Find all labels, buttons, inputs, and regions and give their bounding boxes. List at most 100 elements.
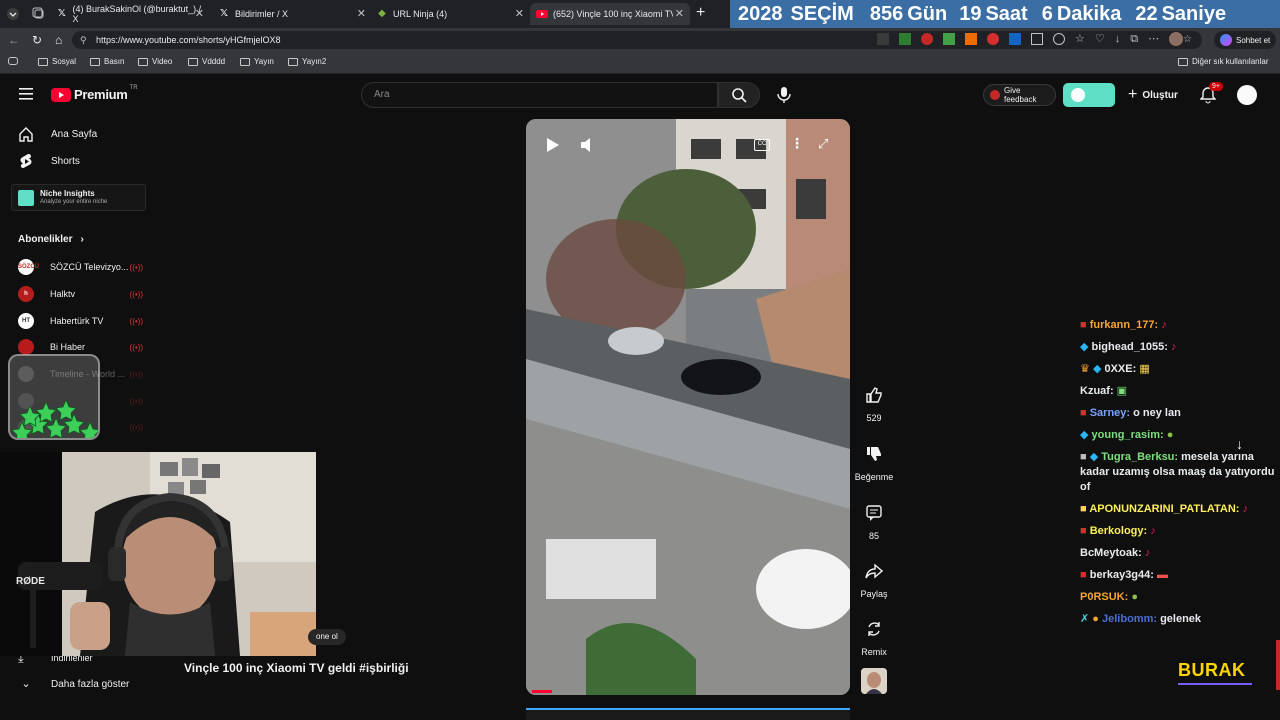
- reload-icon[interactable]: ↻: [32, 33, 42, 47]
- close-icon[interactable]: ✕: [357, 7, 366, 20]
- next-short-preview[interactable]: [526, 708, 850, 720]
- favorite-star-icon[interactable]: ☆: [1183, 31, 1192, 49]
- channel-name: Habertürk TV: [50, 316, 104, 326]
- create-button[interactable]: + Oluştur: [1128, 86, 1178, 104]
- like-button[interactable]: 529: [852, 381, 896, 423]
- tab-bildirimler-x[interactable]: 𝕏 Bildirimler / X ✕: [212, 3, 372, 25]
- subscriptions-header[interactable]: Abonelikler ›: [18, 234, 84, 245]
- workspaces-icon[interactable]: [32, 7, 44, 19]
- extension-icon[interactable]: [899, 33, 911, 45]
- video-title[interactable]: Vinçle 100 inç Xiaomi TV geldi #işbirliğ…: [184, 661, 409, 675]
- close-icon[interactable]: ✕: [675, 7, 684, 20]
- extension-icon[interactable]: [987, 33, 999, 45]
- chat-badge-icon: ◆: [1089, 451, 1099, 463]
- browser-extensions-icon[interactable]: ⧉: [1130, 33, 1138, 46]
- extension-icon[interactable]: [943, 33, 955, 45]
- share-button[interactable]: Paylaş: [852, 557, 896, 599]
- x-logo-icon: 𝕏: [219, 8, 229, 19]
- close-icon[interactable]: ✕: [195, 7, 204, 20]
- emote-icon: ♪: [1242, 503, 1249, 515]
- bookmark-label: Sosyal: [52, 57, 77, 66]
- downloads-icon[interactable]: ↓: [1115, 33, 1121, 46]
- extension-icon[interactable]: [965, 33, 977, 45]
- niche-insights-logo-icon: [18, 190, 34, 206]
- bookmark-folder-yayin[interactable]: Yayın: [240, 57, 274, 66]
- bookmark-folder-vdddd[interactable]: Vdddd: [188, 57, 225, 66]
- sidebar-show-more[interactable]: ⌄ Daha fazla göster: [18, 676, 129, 692]
- mic-brand-label: RØDE: [16, 576, 45, 587]
- live-indicator-icon: ((•)): [129, 342, 143, 352]
- chat-badge-icon: ◆: [1080, 429, 1089, 441]
- subscribe-button[interactable]: one ol: [308, 629, 346, 645]
- other-bookmarks[interactable]: Diğer sık kullanılanlar: [1178, 57, 1268, 66]
- copilot-chat-button[interactable]: Sohbet et: [1214, 31, 1277, 49]
- search-button[interactable]: [718, 82, 760, 108]
- streamer-name-badge: BURAK: [1170, 640, 1280, 690]
- tab-youtube-active[interactable]: (652) Vinçle 100 inç Xiaomi TV geld ✕: [530, 3, 690, 25]
- collections-icon[interactable]: ♡: [1095, 33, 1105, 46]
- shorts-video-player[interactable]: CC ⋮ ⤢: [526, 119, 850, 695]
- channel-thumbnail[interactable]: [861, 668, 887, 694]
- volume-icon[interactable]: [580, 137, 596, 153]
- youtube-premium-logo[interactable]: Premium TR: [51, 85, 138, 102]
- captions-icon[interactable]: CC: [754, 139, 770, 151]
- profile-avatar[interactable]: [1169, 32, 1184, 46]
- folder-icon: [90, 57, 100, 66]
- bookmark-folder-yayin2[interactable]: Yayın2: [288, 57, 326, 66]
- bookmark-folder-video[interactable]: Video: [138, 57, 172, 66]
- countdown-year: 2028: [738, 2, 783, 25]
- favorites-icon[interactable]: ☆: [1075, 33, 1085, 46]
- chat-message: ♛ ◆ 0XXE: ▦: [1080, 362, 1275, 377]
- sidebar-item-home[interactable]: Ana Sayfa: [18, 126, 97, 142]
- sidebar-item-label: Shorts: [51, 155, 80, 167]
- countdown-minutes: 6: [1041, 2, 1053, 25]
- extension-icon[interactable]: [921, 33, 933, 45]
- play-icon[interactable]: [546, 137, 560, 153]
- new-tab-plus-icon[interactable]: +: [696, 4, 705, 22]
- bookmark-folder-basin[interactable]: Basın: [90, 57, 124, 66]
- tab-search-icon[interactable]: [6, 7, 20, 21]
- split-view-icon[interactable]: [1031, 33, 1043, 45]
- settings-icon[interactable]: [1053, 33, 1065, 45]
- hamburger-menu-icon[interactable]: [19, 88, 33, 100]
- chat-message: ■ berkay3g44: ▬: [1080, 568, 1275, 583]
- subscription-halktv[interactable]: h Halktv ((•)): [18, 286, 143, 302]
- comments-button[interactable]: 85: [852, 499, 896, 541]
- progress-bar[interactable]: [532, 690, 552, 693]
- extension-icon[interactable]: [1009, 33, 1021, 45]
- site-info-icon[interactable]: ⚲: [80, 31, 87, 49]
- subscription-haberturk[interactable]: HT Habertürk TV ((•)): [18, 313, 143, 329]
- fullscreen-icon[interactable]: ⤢: [818, 136, 828, 152]
- like-count: 529: [866, 413, 882, 423]
- subscription-sozcu[interactable]: SÖZCÜ SÖZCÜ Televizyo... ((•)): [18, 259, 143, 275]
- remix-button[interactable]: Remix: [852, 615, 896, 657]
- bookmark-folder-sosyal[interactable]: Sosyal: [38, 57, 76, 66]
- home-icon[interactable]: ⌂: [55, 33, 62, 47]
- emote-icon: ▦: [1139, 363, 1150, 375]
- folder-icon: [240, 57, 250, 66]
- youtube-header: Premium TR Ara Give feedback + Oluştur 9…: [0, 74, 1280, 116]
- more-options-icon[interactable]: ⋮: [790, 135, 804, 152]
- close-icon[interactable]: ✕: [515, 7, 524, 20]
- sidebar-item-shorts[interactable]: Shorts: [18, 153, 80, 169]
- reading-list-icon[interactable]: [8, 57, 22, 65]
- chat-username: Jelibomm:: [1102, 613, 1158, 625]
- dislike-button[interactable]: Beğenme: [852, 440, 896, 482]
- subscription-bi-haber[interactable]: Bi Haber ((•)): [18, 339, 143, 355]
- give-feedback-button[interactable]: Give feedback: [983, 84, 1056, 106]
- back-arrow-icon[interactable]: ←: [8, 33, 20, 47]
- notifications-bell-icon[interactable]: 9+: [1200, 82, 1223, 104]
- crown-badge-icon: ♛: [1080, 363, 1090, 375]
- account-avatar[interactable]: [1237, 85, 1257, 105]
- tab-buraksakinol-x[interactable]: 𝕏 (4) BurakSakinOl (@buraktut_) / X ✕: [50, 3, 210, 25]
- search-input[interactable]: Ara: [361, 82, 718, 108]
- stream-chat-overlay: ■ furkann_177: ♪ ◆ bighead_1055: ♪ ♛ ◆ 0…: [1080, 318, 1275, 634]
- tab-url-ninja[interactable]: ◆ URL Ninja (4) ✕: [370, 3, 530, 25]
- scroll-down-arrow-icon[interactable]: ↓: [1236, 436, 1243, 452]
- extension-toggle-button[interactable]: [1063, 83, 1115, 107]
- more-menu-icon[interactable]: ⋯: [1148, 33, 1159, 46]
- voice-search-mic-icon[interactable]: [776, 86, 792, 104]
- niche-insights-card[interactable]: Niche Insights Analyze your entire niche: [11, 184, 146, 211]
- extension-icon[interactable]: [877, 33, 889, 45]
- thumbs-up-icon: [866, 387, 882, 403]
